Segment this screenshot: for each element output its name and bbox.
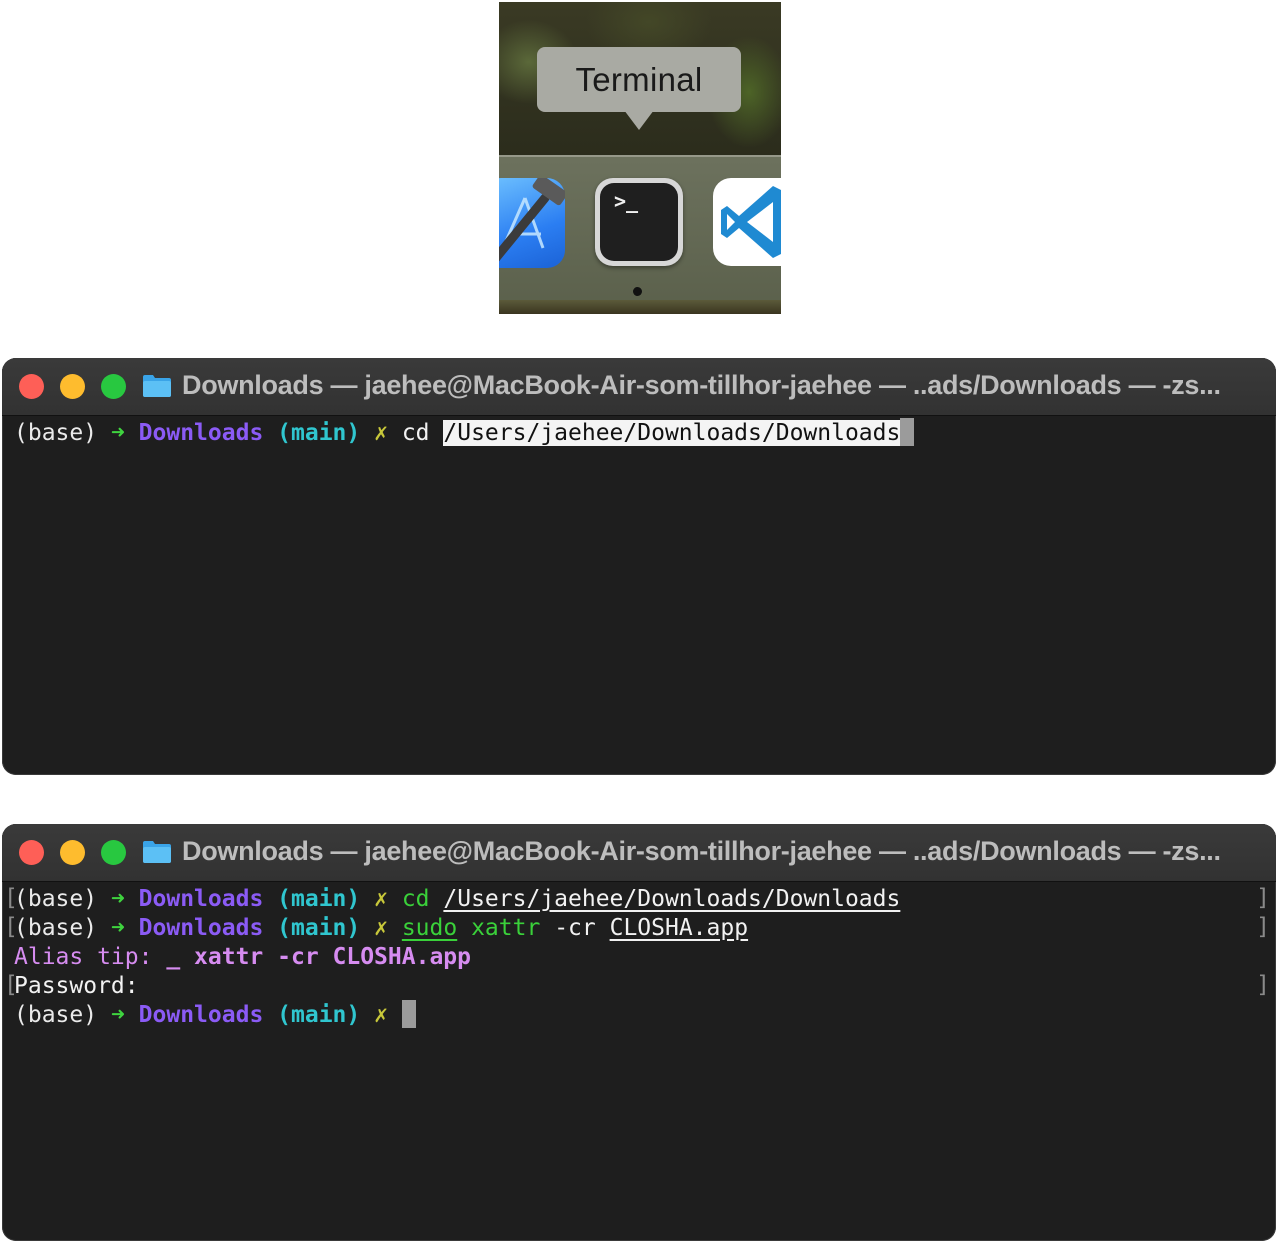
folder-icon [143,375,171,397]
git-branch: (main) [277,886,361,912]
zoom-button[interactable] [101,840,126,865]
prompt-arrow-icon: ➜ [110,915,125,941]
zoom-button[interactable] [101,374,126,399]
close-button[interactable] [19,840,44,865]
window-titlebar[interactable]: Downloads — jaehee@MacBook-Air-som-tillh… [2,358,1276,416]
current-directory: Downloads [138,915,264,941]
terminal-window-2[interactable]: Downloads — jaehee@MacBook-Air-som-tillh… [2,824,1276,1241]
dirty-mark-icon: ✗ [374,1002,388,1028]
dirty-mark-icon: ✗ [374,886,388,912]
sudo-command: sudo [401,915,458,941]
git-branch: (main) [277,420,361,446]
mark-bracket-right: ] [1256,914,1270,940]
env-label: (base) [14,886,98,912]
mark-bracket-right: ] [1256,885,1270,911]
password-prompt[interactable]: Password: [14,973,139,999]
current-directory: Downloads [138,420,264,446]
env-label: (base) [14,915,98,941]
terminal-icon[interactable]: >_ [595,178,683,266]
alias-tip-line: Alias tip: _ xattr -cr CLOSHA.app [14,943,471,972]
mark-bracket-right: ] [1256,972,1270,998]
minimize-button[interactable] [60,374,85,399]
terminal-icon-screen: >_ [600,183,678,261]
close-button[interactable] [19,374,44,399]
terminal-line: (base) ➜ Downloads (main) ✗ [14,1000,416,1030]
dock-screenshot: Terminal >_ [499,2,781,314]
git-branch: (main) [277,915,361,941]
tooltip-arrow [624,110,654,130]
dock-tooltip: Terminal [537,47,741,112]
text-cursor[interactable] [401,1000,416,1028]
folder-icon [143,841,171,863]
command: cd [401,886,430,912]
terminal-window-1[interactable]: Downloads — jaehee@MacBook-Air-som-tillh… [2,358,1276,775]
terminal-line: (base) ➜ Downloads (main) ✗ cd /Users/ja… [14,418,915,448]
current-directory: Downloads [138,886,264,912]
terminal-line: Password: [14,972,139,1001]
command-flag: -cr [554,915,596,941]
git-branch: (main) [277,1002,361,1028]
current-directory: Downloads [138,1002,264,1028]
terminal-output[interactable]: [ (base) ➜ Downloads (main) ✗ cd /Users/… [2,882,1276,1241]
dirty-mark-icon: ✗ [374,420,388,446]
command: cd [401,420,430,446]
file-argument: CLOSHA.app [609,915,749,941]
alias-tip-label: Alias tip: [14,944,153,970]
window-title: Downloads — jaehee@MacBook-Air-som-tillh… [182,836,1221,866]
prompt-arrow-icon: ➜ [110,886,125,912]
window-title: Downloads — jaehee@MacBook-Air-som-tillh… [182,370,1221,400]
dirty-mark-icon: ✗ [374,915,388,941]
prompt-arrow-icon: ➜ [110,420,125,446]
minimize-button[interactable] [60,840,85,865]
running-indicator-dot [633,287,642,296]
terminal-line: (base) ➜ Downloads (main) ✗ cd /Users/ja… [14,885,900,914]
terminal-output[interactable]: (base) ➜ Downloads (main) ✗ cd /Users/ja… [2,416,1276,775]
terminal-line: (base) ➜ Downloads (main) ✗ sudo xattr -… [14,914,748,943]
env-label: (base) [14,1002,98,1028]
vscode-icon[interactable] [713,178,781,266]
command: xattr [471,915,541,941]
selected-path-argument[interactable]: /Users/jaehee/Downloads/Downloads [443,420,901,446]
dock-tooltip-label: Terminal [575,60,703,98]
window-titlebar[interactable]: Downloads — jaehee@MacBook-Air-som-tillh… [2,824,1276,882]
dock-wallpaper-strip [499,300,781,314]
text-cursor [900,418,915,446]
prompt-arrow-icon: ➜ [110,1002,125,1028]
alias-tip-command: _ xattr -cr CLOSHA.app [166,944,471,970]
path-argument: /Users/jaehee/Downloads/Downloads [443,886,901,912]
xcode-icon[interactable] [499,174,568,268]
terminal-icon-glyph: >_ [614,189,639,213]
env-label: (base) [14,420,98,446]
